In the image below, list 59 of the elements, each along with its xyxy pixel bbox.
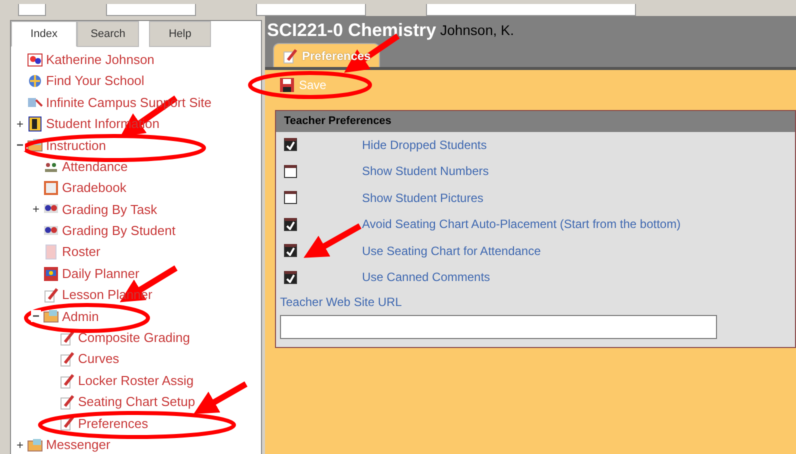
- tree-item[interactable]: Seating Chart Setup: [78, 392, 196, 412]
- tree-item[interactable]: Preferences: [78, 414, 148, 434]
- folder-icon: [43, 308, 59, 324]
- tree-item[interactable]: Composite Grading: [78, 328, 190, 348]
- option-label: Hide Dropped Students: [362, 136, 487, 154]
- teacher-name: Johnson, K.: [440, 20, 514, 40]
- dropdown-field[interactable]: [106, 4, 196, 16]
- sidebar-tab[interactable]: Search: [77, 21, 139, 47]
- checkbox[interactable]: [284, 218, 297, 231]
- pencil-icon: [59, 415, 75, 432]
- tree-item[interactable]: Messenger: [46, 434, 110, 454]
- pencil-icon: [59, 330, 75, 346]
- checkbox[interactable]: [284, 270, 297, 284]
- book-icon: [43, 180, 59, 196]
- tree-item[interactable]: Daily Planner: [62, 264, 140, 284]
- tree-item[interactable]: Roster: [62, 242, 100, 262]
- save-icon: [279, 77, 295, 93]
- tree-item[interactable]: Find Your School: [46, 71, 144, 91]
- tree-item[interactable]: Gradebook: [62, 178, 126, 198]
- list-icon: [43, 244, 59, 260]
- pencil-icon: [43, 286, 59, 303]
- user-icon: [27, 52, 43, 68]
- url-field[interactable]: [280, 314, 717, 338]
- toolbar-field[interactable]: [18, 4, 46, 16]
- tree-item[interactable]: Admin: [62, 306, 99, 326]
- tree-item[interactable]: Grading By Task: [62, 200, 158, 220]
- option-label: Use Canned Comments: [362, 269, 490, 286]
- pencil-icon: [282, 48, 298, 64]
- panel-header: Teacher Preferences: [276, 111, 795, 132]
- option-label: Avoid Seating Chart Auto-Placement (Start from the bottom): [362, 216, 681, 234]
- dropdown-field[interactable]: [426, 4, 636, 16]
- pencil-icon: [59, 394, 75, 410]
- checkbox[interactable]: [284, 138, 297, 152]
- calendar-icon: [43, 266, 59, 282]
- pencil-icon: [59, 372, 75, 389]
- option-label: Show Student Pictures: [362, 190, 484, 207]
- field-label: Teacher Web Site URL: [279, 294, 403, 310]
- checkbox[interactable]: [284, 244, 297, 258]
- tree-item[interactable]: Locker Roster Assig: [78, 370, 194, 390]
- pencil-icon: [59, 351, 75, 368]
- sidebar-tab[interactable]: Index: [11, 21, 77, 47]
- option-label: Show Student Numbers: [362, 163, 489, 180]
- student-icon: [27, 116, 43, 132]
- globe-icon: [27, 73, 43, 90]
- tree-item[interactable]: Instruction: [46, 136, 106, 155]
- folder-icon: [27, 436, 43, 453]
- tree-item[interactable]: Katherine Johnson: [46, 50, 154, 70]
- section-title: SCI221-0 Chemistry: [267, 18, 436, 42]
- dropdown-field[interactable]: [256, 4, 366, 16]
- tree-item[interactable]: Attendance: [62, 156, 128, 176]
- tree-item[interactable]: Curves: [78, 349, 120, 369]
- checkbox[interactable]: [284, 191, 297, 204]
- collapse-toggle[interactable]: −: [31, 310, 41, 322]
- tree-item[interactable]: Grading By Student: [62, 221, 176, 241]
- checkbox[interactable]: [284, 164, 297, 178]
- sidebar-tab[interactable]: Help: [149, 21, 211, 47]
- option-label: Use Seating Chart for Attendance: [362, 242, 541, 260]
- annotation-arrow: [304, 223, 362, 258]
- annotation-arrow: [194, 381, 248, 414]
